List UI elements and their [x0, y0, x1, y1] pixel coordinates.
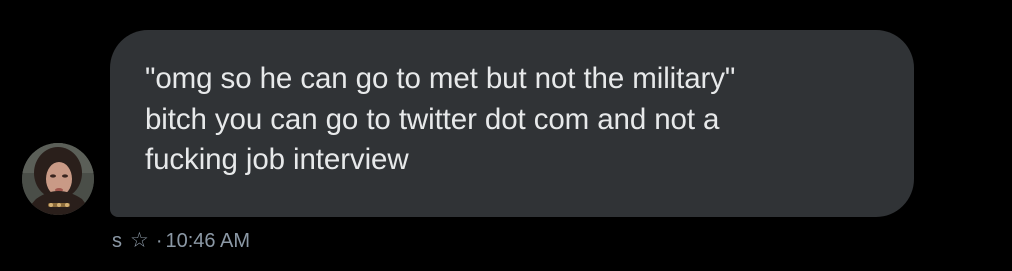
message-line: fucking job interview [145, 143, 409, 176]
message-meta: s ☆ · 10:46 AM [112, 228, 250, 254]
avatar-image [22, 143, 94, 215]
message-line: "omg so he can go to met but not the mil… [145, 62, 736, 95]
message-bubble[interactable]: "omg so he can go to met but not the mil… [110, 30, 914, 217]
sender-avatar[interactable] [22, 143, 94, 215]
dm-conversation: "omg so he can go to met but not the mil… [0, 0, 1012, 271]
message-line: bitch you can go to twitter dot com and … [145, 102, 720, 136]
message-text: "omg so he can go to met but not the mil… [145, 59, 884, 181]
sender-initial: s [112, 230, 122, 252]
message-timestamp: 10:46 AM [165, 230, 251, 252]
meta-separator: · [155, 230, 163, 252]
star-outline-icon[interactable]: ☆ [130, 228, 149, 254]
